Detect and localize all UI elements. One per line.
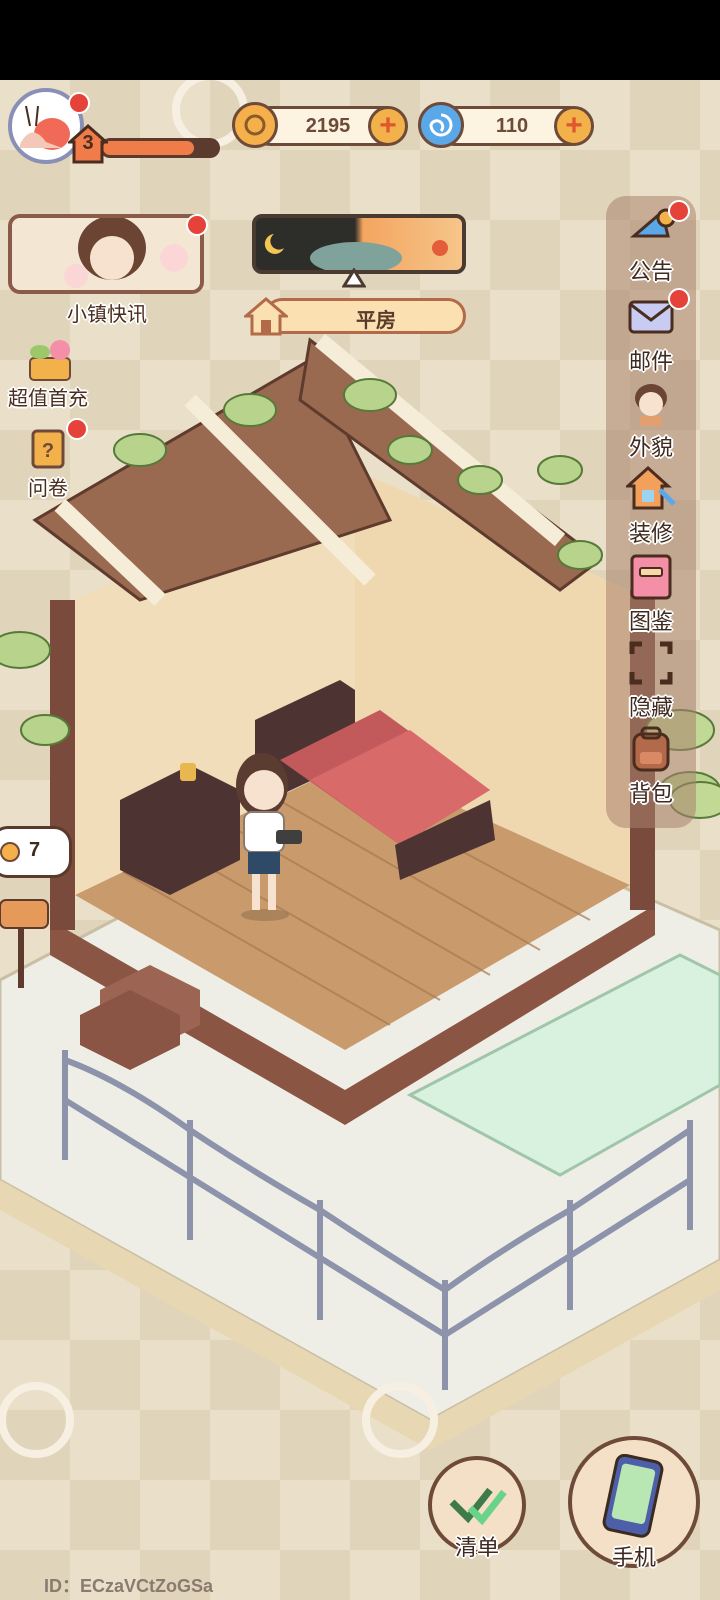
catalog-icon <box>630 554 672 600</box>
side-item-label: 图鉴 <box>628 610 673 635</box>
gift-flower-icon <box>29 340 71 381</box>
town-news-card[interactable] <box>8 214 204 294</box>
first-recharge-button[interactable]: 超值首充 <box>8 336 88 410</box>
add-coins-button[interactable]: + <box>368 106 408 146</box>
notification-bubble[interactable]: 7 <box>0 826 72 878</box>
house-name-banner[interactable]: 平房 <box>244 296 468 336</box>
side-item-label: 装修 <box>628 522 673 547</box>
announcement-notification-dot <box>668 200 690 222</box>
add-gems-button[interactable]: + <box>554 106 594 146</box>
side-item-label: 隐藏 <box>628 696 673 721</box>
phone-label: 手机 <box>611 1546 656 1571</box>
house-icon <box>244 297 288 336</box>
questionnaire-notification-dot <box>66 418 88 440</box>
sun-icon <box>432 240 448 256</box>
side-item-label: 外貌 <box>628 436 673 461</box>
news-notification-dot <box>186 214 208 236</box>
appearance-icon <box>635 384 667 426</box>
news-character-image <box>12 218 200 290</box>
level-number: 3 <box>82 132 94 154</box>
side-item-label: 邮件 <box>628 350 673 375</box>
phone-button[interactable]: 手机 <box>568 1436 700 1571</box>
avatar-notification-dot <box>68 92 90 114</box>
status-bar <box>0 0 720 80</box>
gems-value: 110 <box>495 115 529 137</box>
coin-icon <box>0 842 20 862</box>
checklist-button[interactable]: 清单 <box>428 1456 526 1561</box>
mailbox <box>0 899 49 929</box>
hide-icon <box>629 641 673 685</box>
level-badge: 3 <box>66 123 110 164</box>
renovate-icon <box>626 465 676 510</box>
first-recharge-label: 超值首充 <box>8 386 88 410</box>
side-item-hide[interactable]: 隐藏 <box>608 636 694 722</box>
side-item-backpack[interactable]: 背包 <box>608 722 694 808</box>
checkmark-icon <box>449 1487 507 1526</box>
day-night-indicator[interactable] <box>252 214 466 274</box>
phone-icon <box>602 1454 664 1538</box>
xp-bar <box>100 138 220 158</box>
side-item-label: 背包 <box>628 782 673 807</box>
player-id: ID：ECzaVCtZoGSa <box>44 1576 214 1596</box>
side-item-renovate[interactable]: 装修 <box>608 462 694 548</box>
notification-count: 7 <box>29 839 41 861</box>
questionnaire-label: 问卷 <box>28 476 68 500</box>
side-item-label: 公告 <box>628 260 673 285</box>
swirl-gem-icon <box>418 102 464 148</box>
checklist-label: 清单 <box>454 1536 499 1561</box>
coins-value: 2195 <box>305 115 351 137</box>
house-name-text: 平房 <box>356 308 396 332</box>
side-item-appearance[interactable]: 外貌 <box>608 376 694 462</box>
left-post <box>50 600 75 930</box>
mail-notification-dot <box>668 288 690 310</box>
coin-icon <box>232 102 278 148</box>
triangle-pointer-icon <box>342 268 366 288</box>
xp-bar-fill <box>103 141 194 155</box>
backpack-icon <box>632 726 670 772</box>
questionnaire-icon: ? <box>31 429 65 469</box>
moon-icon <box>264 234 284 254</box>
game-screen: 3 2195 + 110 + 小镇快讯 平房 超值首充 ? 问卷 公告 邮件 外… <box>0 0 720 1600</box>
svg-text:?: ? <box>42 440 54 462</box>
town-news-label: 小镇快讯 <box>67 302 147 326</box>
side-item-catalog[interactable]: 图鉴 <box>608 550 694 636</box>
mug <box>180 763 196 781</box>
